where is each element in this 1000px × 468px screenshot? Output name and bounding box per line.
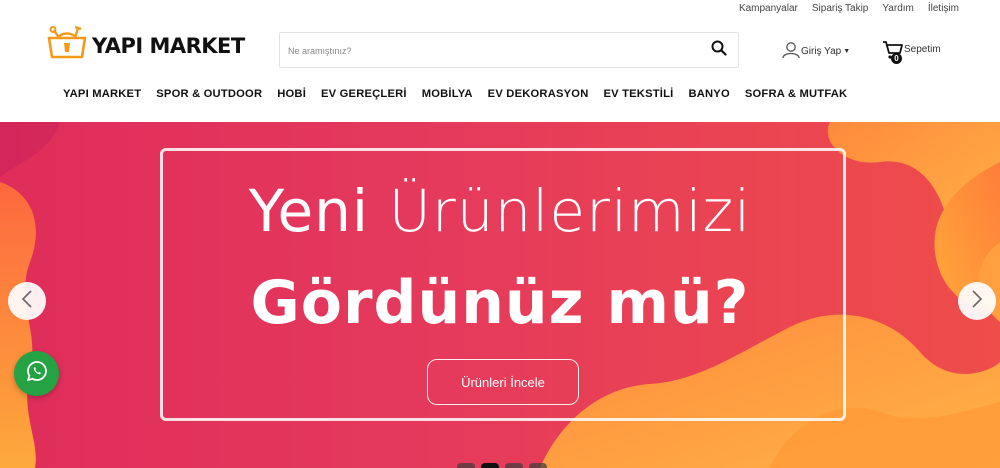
- cart-count-badge: 0: [891, 53, 902, 64]
- nav-item-sofra-mutfak[interactable]: SOFRA & MUTFAK: [745, 88, 847, 100]
- toplink-contact[interactable]: İletişim: [928, 3, 959, 14]
- hero-cta-button[interactable]: Ürünleri İncele: [427, 359, 579, 405]
- search-input[interactable]: [288, 41, 688, 61]
- page: Kampanyalar Sipariş Takip Yardım İletişi…: [0, 0, 1000, 468]
- chevron-down-icon: ▼: [843, 48, 851, 55]
- nav-item-hobi[interactable]: HOBİ: [277, 88, 306, 100]
- login-label: Giriş Yap: [801, 46, 842, 57]
- slider-prev-button[interactable]: [8, 282, 46, 320]
- chevron-right-icon: [970, 289, 984, 314]
- nav-item-mobilya[interactable]: MOBİLYA: [422, 88, 473, 100]
- cart-button[interactable]: 0 Sepetim: [882, 40, 941, 64]
- slider-dot-1[interactable]: [457, 463, 475, 468]
- logo[interactable]: YAPI MARKET: [45, 25, 245, 65]
- chevron-left-icon: [20, 289, 34, 314]
- slider-dots: [457, 463, 547, 468]
- slider-dot-3[interactable]: [505, 463, 523, 468]
- search-icon: [711, 40, 727, 61]
- cart-label: Sepetim: [904, 44, 941, 55]
- nav-item-spor-outdoor[interactable]: SPOR & OUTDOOR: [156, 88, 262, 100]
- hero-slider: Yeni Ürünlerimizi Gördünüz mü? Ürünleri …: [0, 122, 1000, 468]
- slider-next-button[interactable]: [958, 282, 996, 320]
- toplink-campaigns[interactable]: Kampanyalar: [739, 3, 798, 14]
- nav-item-banyo[interactable]: BANYO: [688, 88, 729, 100]
- hero-headline-2: Gördünüz mü?: [250, 268, 750, 338]
- top-links: Kampanyalar Sipariş Takip Yardım İletişi…: [739, 3, 959, 14]
- slider-dot-2[interactable]: [481, 463, 499, 468]
- tools-bag-logo-icon: [45, 25, 89, 65]
- main-nav: YAPI MARKET SPOR & OUTDOOR HOBİ EV GEREÇ…: [63, 88, 847, 100]
- cart-icon: 0: [882, 40, 904, 64]
- hero-headline-1: Yeni Ürünlerimizi: [0, 177, 1000, 245]
- nav-item-yapi-market[interactable]: YAPI MARKET: [63, 88, 141, 100]
- hero-headline-word-urunlerimizi: Ürünlerimizi: [388, 177, 752, 245]
- whatsapp-button[interactable]: [14, 351, 59, 396]
- user-icon: [781, 41, 801, 62]
- toplink-help[interactable]: Yardım: [882, 3, 914, 14]
- hero-headline-word-yeni: Yeni: [248, 177, 389, 245]
- login-button[interactable]: Giriş Yap ▼: [781, 41, 850, 62]
- search-button[interactable]: [700, 33, 738, 67]
- nav-item-ev-tekstili[interactable]: EV TEKSTİLİ: [603, 88, 673, 100]
- slider-dot-4[interactable]: [529, 463, 547, 468]
- nav-item-ev-dekorasyon[interactable]: EV DEKORASYON: [488, 88, 589, 100]
- nav-item-ev-gerecleri[interactable]: EV GEREÇLERİ: [321, 88, 407, 100]
- logo-text: YAPI MARKET: [92, 33, 245, 58]
- search-box: [279, 32, 739, 68]
- whatsapp-icon: [25, 359, 49, 388]
- toplink-order-tracking[interactable]: Sipariş Takip: [812, 3, 869, 14]
